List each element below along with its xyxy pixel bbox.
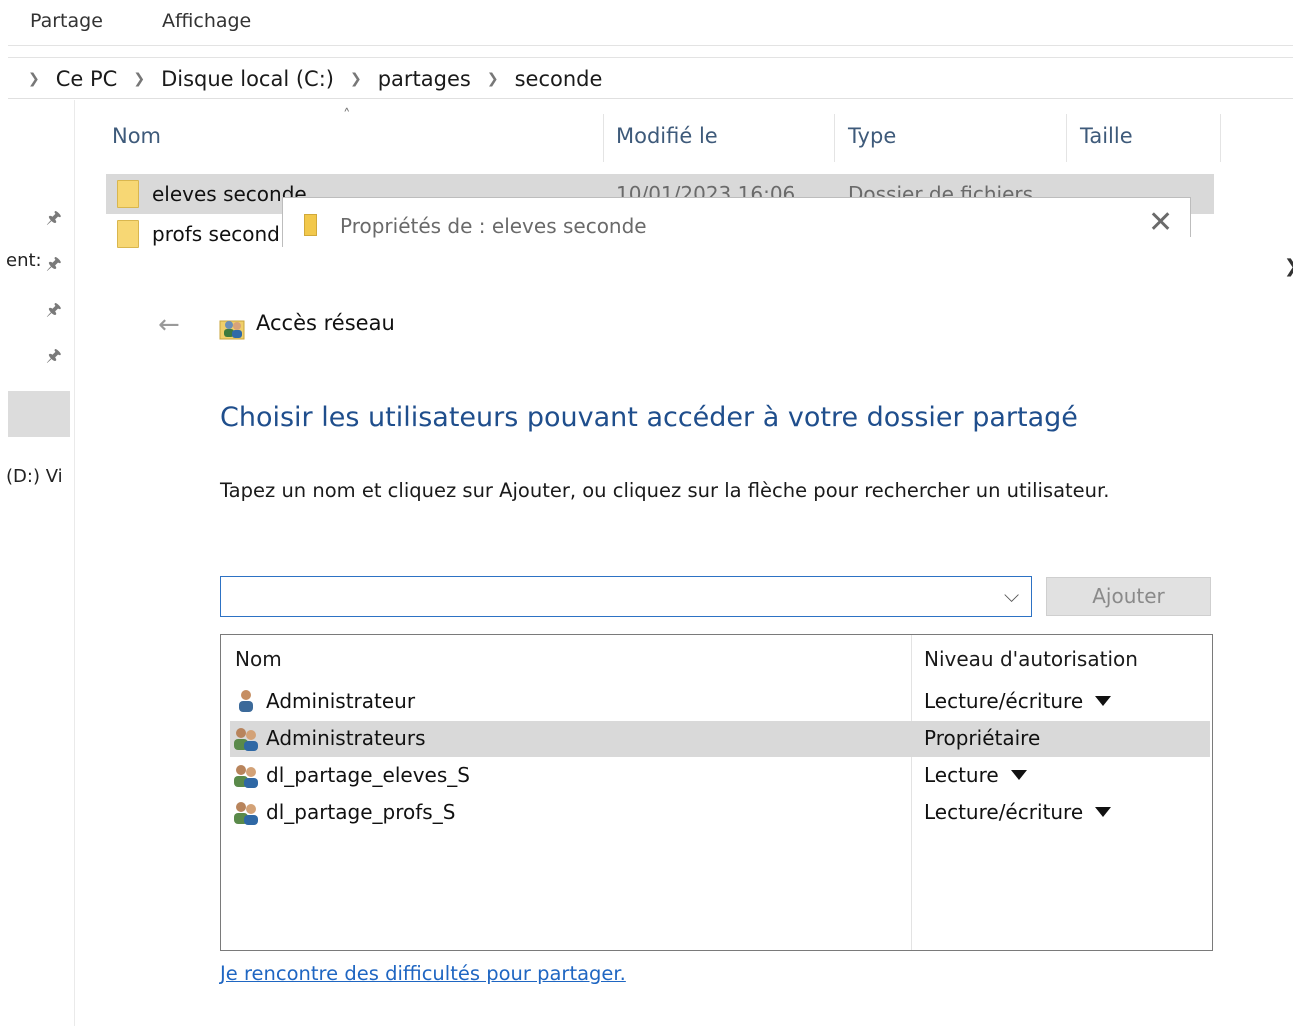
- dropdown-arrow-icon[interactable]: [1095, 695, 1112, 706]
- column-divider[interactable]: [1066, 114, 1067, 162]
- nav-item-partial[interactable]: ent:: [6, 250, 42, 271]
- user-name[interactable]: dl_partage_profs_S: [266, 800, 455, 824]
- permission-dropdown[interactable]: Lecture/écriture: [924, 689, 1112, 713]
- dialog-border: [282, 197, 283, 247]
- address-bottom-divider: [8, 98, 1293, 99]
- group-icon: [232, 726, 260, 756]
- pin-icon[interactable]: 🖈: [46, 251, 62, 280]
- permission-value: Propriétaire: [924, 726, 1041, 750]
- breadcrumb-seconde[interactable]: seconde: [515, 67, 603, 91]
- dialog-title: Propriétés de : eleves seconde: [340, 214, 647, 238]
- folder-icon: [304, 214, 317, 236]
- dropdown-arrow-icon[interactable]: [1010, 769, 1027, 780]
- pin-icon[interactable]: 🖈: [46, 205, 62, 234]
- breadcrumb-disque-local[interactable]: Disque local (C:): [161, 67, 334, 91]
- column-header-type[interactable]: Type: [848, 124, 896, 148]
- permission-dropdown[interactable]: Lecture: [924, 763, 1027, 787]
- add-button[interactable]: Ajouter: [1046, 577, 1211, 616]
- ribbon-tab-partage[interactable]: Partage: [30, 10, 103, 32]
- chevron-right-icon[interactable]: ❯: [1284, 256, 1293, 277]
- column-header-permission[interactable]: Niveau d'autorisation: [924, 647, 1138, 671]
- help-link[interactable]: Je rencontre des difficultés pour partag…: [220, 962, 626, 985]
- dialog-border: [1190, 197, 1191, 237]
- breadcrumb-partages[interactable]: partages: [378, 67, 471, 91]
- chevron-right-icon[interactable]: ❯: [350, 71, 362, 87]
- column-divider[interactable]: [1220, 114, 1221, 162]
- user-name[interactable]: dl_partage_eleves_S: [266, 763, 470, 787]
- nav-item-drive-d[interactable]: (D:) Vi: [6, 466, 63, 487]
- chevron-down-icon[interactable]: ⌵: [1004, 583, 1019, 607]
- file-name[interactable]: profs second: [152, 222, 280, 246]
- chevron-right-icon[interactable]: ❯: [487, 71, 499, 87]
- column-header-nom[interactable]: Nom: [112, 124, 161, 148]
- permission-value[interactable]: Lecture: [924, 763, 999, 787]
- close-icon[interactable]: ✕: [1148, 208, 1173, 238]
- address-top-divider: [8, 57, 1293, 58]
- user-name[interactable]: Administrateurs: [266, 726, 426, 750]
- column-header-modified[interactable]: Modifié le: [616, 124, 718, 148]
- column-header-size[interactable]: Taille: [1080, 124, 1133, 148]
- dialog-border: [282, 197, 1191, 198]
- chevron-right-icon[interactable]: ❯: [28, 71, 40, 87]
- breadcrumb[interactable]: ❯ Ce PC ❯ Disque local (C:) ❯ partages ❯…: [8, 62, 1293, 96]
- nav-pane-border: [74, 100, 75, 1026]
- user-icon: [235, 688, 257, 718]
- ribbon-tab-affichage[interactable]: Affichage: [162, 10, 251, 32]
- pin-icon[interactable]: 🖈: [46, 297, 62, 326]
- nav-item-selected[interactable]: [8, 391, 70, 437]
- back-arrow-icon[interactable]: ←: [158, 310, 180, 340]
- permission-value[interactable]: Lecture/écriture: [924, 800, 1083, 824]
- page-heading: Choisir les utilisateurs pouvant accéder…: [220, 402, 1078, 433]
- ribbon-divider: [8, 45, 1293, 46]
- folder-icon: [117, 220, 139, 248]
- network-users-icon: [219, 313, 247, 341]
- folder-icon: [117, 180, 139, 208]
- sort-ascending-icon: ˄: [343, 106, 351, 124]
- permission-dropdown[interactable]: Lecture/écriture: [924, 800, 1112, 824]
- permission-value[interactable]: Lecture/écriture: [924, 689, 1083, 713]
- group-icon: [232, 763, 260, 793]
- dropdown-arrow-icon[interactable]: [1095, 806, 1112, 817]
- column-divider[interactable]: [834, 114, 835, 162]
- group-icon: [232, 800, 260, 830]
- breadcrumb-ce-pc[interactable]: Ce PC: [56, 67, 118, 91]
- column-header-name[interactable]: Nom: [235, 647, 282, 671]
- wizard-title: Accès réseau: [256, 311, 395, 335]
- chevron-right-icon[interactable]: ❯: [133, 71, 145, 87]
- user-name[interactable]: Administrateur: [266, 689, 415, 713]
- instruction-text: Tapez un nom et cliquez sur Ajouter, ou …: [220, 479, 1110, 502]
- pin-icon[interactable]: 🖈: [46, 343, 62, 372]
- user-name-input[interactable]: [221, 577, 1007, 614]
- column-divider[interactable]: [603, 114, 604, 162]
- user-name-combobox[interactable]: [220, 576, 1032, 617]
